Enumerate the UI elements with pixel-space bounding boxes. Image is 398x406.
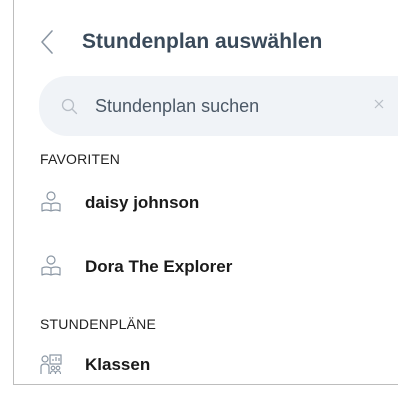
chevron-left-icon[interactable]: [40, 27, 62, 57]
timetables-heading: STUNDENPLÄNE: [40, 316, 156, 332]
favorite-item-label: daisy johnson: [85, 193, 200, 212]
favorite-item-daisy-johnson[interactable]: daisy johnson: [40, 186, 380, 220]
search-bar: [39, 76, 398, 136]
frame-bottom-border: [13, 384, 398, 385]
student-reading-icon: [40, 190, 62, 216]
timetable-item-label: Klassen: [85, 355, 151, 374]
classroom-icon: [40, 352, 62, 378]
favorites-heading: FAVORITEN: [40, 151, 121, 167]
page-title: Stundenplan auswählen: [82, 30, 323, 53]
student-reading-icon: [40, 254, 62, 280]
close-icon[interactable]: [373, 98, 387, 114]
favorite-item-label: Dora The Explorer: [85, 257, 233, 276]
search-input[interactable]: [95, 95, 355, 117]
favorite-item-dora-the-explorer[interactable]: Dora The Explorer: [40, 250, 380, 284]
frame-left-border: [13, 0, 14, 384]
timetable-item-klassen[interactable]: Klassen: [40, 348, 380, 382]
search-icon: [61, 97, 79, 115]
header: Stundenplan auswählen: [40, 24, 322, 60]
